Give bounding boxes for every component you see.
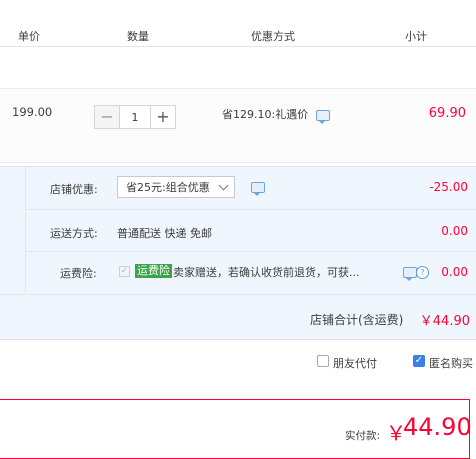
- shipping-method: 普通配送 快递 免邮: [117, 227, 212, 240]
- header-divider: [0, 46, 476, 47]
- header-promotion: 优惠方式: [251, 30, 295, 43]
- unit-price: 199.00: [12, 105, 53, 119]
- shop-coupon-selected: 省25元:组合优惠: [126, 181, 210, 194]
- header-unit-price: 单价: [18, 30, 40, 43]
- message-icon[interactable]: [315, 109, 330, 124]
- shop-coupon-select[interactable]: 省25元:组合优惠: [117, 176, 235, 198]
- message-icon[interactable]: [251, 182, 265, 196]
- options-divider: [0, 339, 476, 340]
- increase-quantity-button[interactable]: +: [150, 105, 176, 129]
- friend-pay-checkbox[interactable]: [317, 355, 329, 367]
- shop-summary: 店铺优惠: 省25元:组合优惠 -25.00 运送方式: 普通配送 快递 免邮 …: [0, 166, 476, 340]
- header-quantity: 数量: [127, 30, 149, 43]
- payment-box: 实付款: ￥ 44.90: [0, 399, 472, 459]
- help-icon[interactable]: ?: [416, 266, 429, 279]
- header-subtotal: 小计: [405, 30, 427, 43]
- payment-amount: 44.90: [403, 413, 472, 441]
- message-icon[interactable]: [403, 267, 417, 281]
- insurance-badge: 运费险: [135, 264, 172, 278]
- decrease-quantity-button[interactable]: −: [94, 105, 120, 129]
- shipping-amount: 0.00: [441, 224, 468, 238]
- table-header: 单价 数量 优惠方式 小计: [0, 0, 476, 47]
- insurance-checkbox: ✓: [119, 266, 130, 277]
- item-subtotal: 69.90: [428, 106, 466, 121]
- insurance-row: 运费险: ✓ 运费险 卖家赠送，若确认收货前退货，可获... ? 0.00: [25, 251, 476, 293]
- friend-pay-label[interactable]: 朋友代付: [333, 355, 377, 371]
- shipping-label: 运送方式:: [50, 227, 98, 240]
- anonymous-checkbox[interactable]: ✓: [413, 355, 425, 367]
- shop-total-label: 店铺合计(含运费): [310, 313, 404, 327]
- item-promotion-text: 省129.10:礼遇价: [222, 108, 309, 121]
- shop-total-row: 店铺合计(含运费) ￥44.90: [0, 294, 476, 341]
- quantity-stepper: − 1 +: [94, 105, 176, 129]
- chevron-down-icon: [218, 180, 229, 191]
- insurance-amount: 0.00: [441, 265, 468, 279]
- quantity-input[interactable]: 1: [120, 105, 150, 129]
- shop-coupon-row: 店铺优惠: 省25元:组合优惠 -25.00: [25, 167, 476, 210]
- insurance-label: 运费险:: [60, 267, 97, 280]
- payment-label: 实付款:: [345, 430, 381, 442]
- insurance-description: 卖家赠送，若确认收货前退货，可获...: [173, 266, 360, 279]
- order-item-row: 199.00 − 1 + 省129.10:礼遇价 69.90: [0, 88, 476, 163]
- anonymous-label[interactable]: 匿名购买: [429, 355, 473, 371]
- item-promotion: 省129.10:礼遇价: [222, 106, 330, 124]
- shop-coupon-label: 店铺优惠:: [50, 183, 98, 196]
- shop-coupon-amount: -25.00: [429, 180, 468, 194]
- shop-total-amount: ￥44.90: [419, 314, 470, 329]
- shipping-row: 运送方式: 普通配送 快递 免邮 0.00: [25, 209, 476, 252]
